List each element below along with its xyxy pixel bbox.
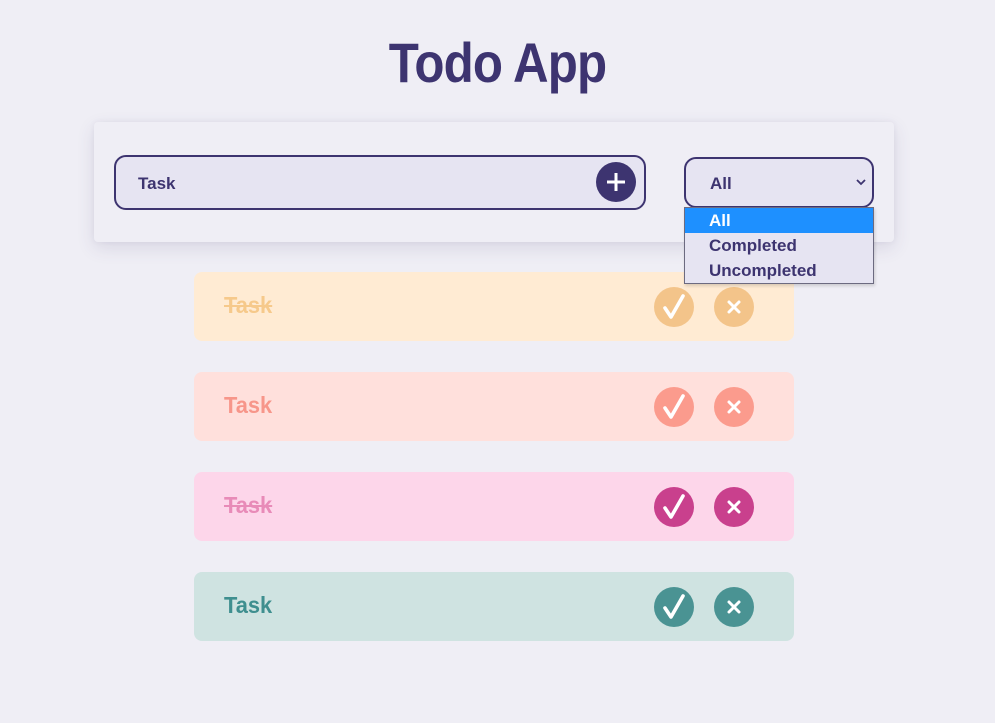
- add-task-button[interactable]: [596, 162, 636, 202]
- filter-option-uncompleted[interactable]: Uncompleted: [685, 258, 873, 283]
- complete-button[interactable]: [654, 387, 694, 427]
- close-icon: [727, 300, 741, 314]
- filter-option-completed[interactable]: Completed: [685, 233, 873, 258]
- check-icon: [663, 294, 685, 319]
- todo-text: Task: [224, 392, 273, 418]
- task-input[interactable]: [136, 157, 580, 210]
- todo-app-page: Todo App All All Completed Uncompleted T…: [0, 0, 995, 723]
- todo-text: Task: [224, 292, 273, 318]
- plus-icon: [607, 173, 625, 191]
- close-icon: [727, 400, 741, 414]
- todo-text: Task: [224, 492, 273, 518]
- delete-button[interactable]: [714, 387, 754, 427]
- delete-button[interactable]: [714, 487, 754, 527]
- filter-select[interactable]: All: [684, 157, 874, 208]
- page-title: Todo App: [388, 31, 607, 94]
- task-input-container: [114, 155, 646, 210]
- filter-selected-value: All: [710, 174, 732, 193]
- close-icon: [727, 500, 741, 514]
- todo-item: Task: [194, 472, 794, 541]
- check-icon: [663, 394, 685, 419]
- check-icon: [663, 594, 685, 619]
- complete-button[interactable]: [654, 487, 694, 527]
- delete-button[interactable]: [714, 287, 754, 327]
- delete-button[interactable]: [714, 587, 754, 627]
- close-icon: [727, 600, 741, 614]
- todo-list: Task Task Task Task: [194, 272, 794, 672]
- todo-item: Task: [194, 572, 794, 641]
- complete-button[interactable]: [654, 587, 694, 627]
- filter-option-all[interactable]: All: [685, 208, 873, 233]
- complete-button[interactable]: [654, 287, 694, 327]
- todo-item: Task: [194, 372, 794, 441]
- todo-text: Task: [224, 592, 273, 618]
- check-icon: [663, 494, 685, 519]
- filter-dropdown: All Completed Uncompleted: [684, 207, 874, 284]
- chevron-down-icon: [856, 179, 866, 186]
